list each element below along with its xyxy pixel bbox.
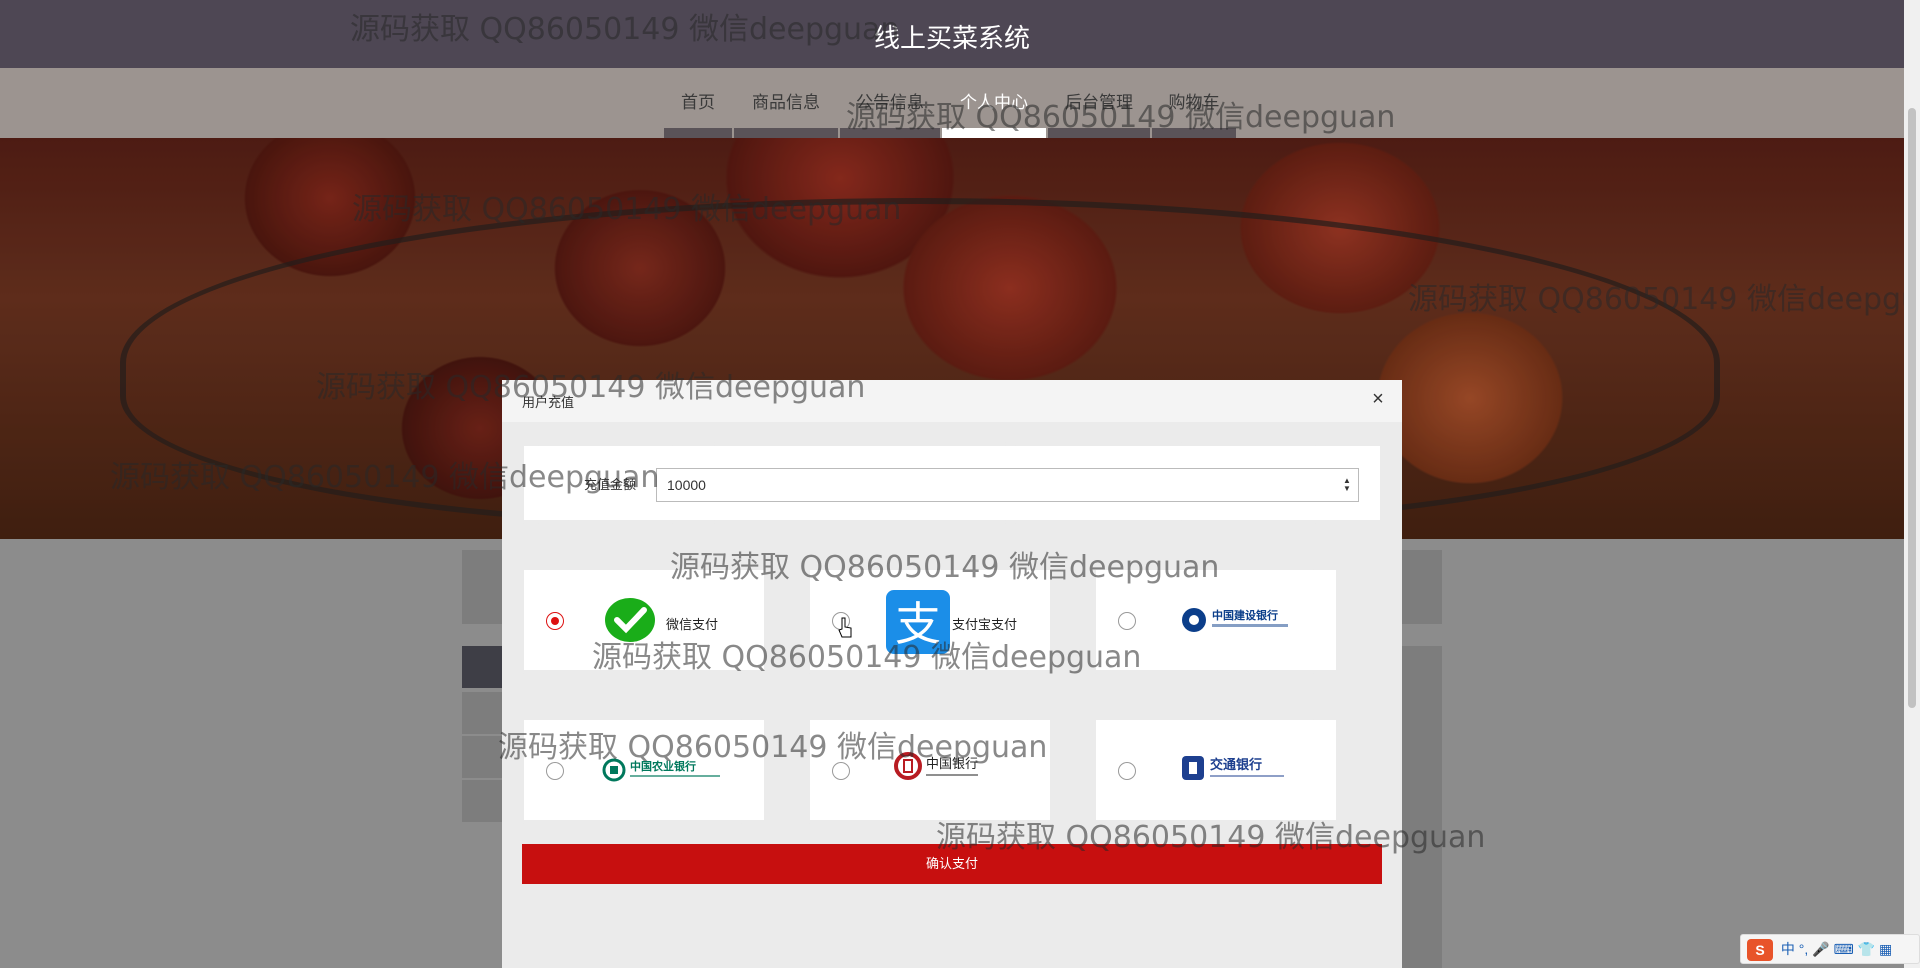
svg-text:中国银行: 中国银行: [926, 757, 978, 772]
modal-title: 用户充值: [522, 395, 575, 410]
skin-icon[interactable]: 👕: [1858, 941, 1875, 957]
boc-logo: 中国银行: [894, 752, 978, 780]
bg-form-column: [1402, 646, 1442, 968]
alipay-icon: 支: [886, 590, 950, 654]
nav-underline: [734, 128, 838, 138]
svg-text:支: 支: [895, 597, 941, 651]
nav-personal-center-label: 个人中心: [960, 93, 1028, 113]
abc-logo: 中国农业银行: [602, 758, 720, 782]
nav-cart-label: 购物车: [1168, 93, 1220, 113]
pay-option-wechat[interactable]: 微信支付: [520, 566, 768, 674]
top-header: 线上买菜系统: [0, 0, 1904, 68]
wechat-pay-label: 微信支付: [666, 617, 719, 632]
nav-notices-label: 公告信息: [856, 93, 924, 113]
main-nav: 首页 商品信息 公告信息 个人中心 后台管理 购物车: [0, 68, 1904, 138]
radio-wechat[interactable]: [546, 612, 564, 630]
ccb-logo: 中国建设银行: [1182, 608, 1288, 632]
nav-admin[interactable]: 后台管理: [1048, 86, 1150, 138]
ime-toolbar[interactable]: S 中 °, 🎤 ⌨ 👕 ▦: [1740, 934, 1920, 964]
svg-text:交通银行: 交通银行: [1210, 757, 1262, 773]
nav-underline-active: [942, 128, 1046, 138]
hand-cursor-icon: [838, 617, 852, 638]
modal-header: 用户充值 ×: [502, 380, 1402, 422]
bocom-logo: 交通银行: [1182, 756, 1284, 780]
svg-text:中国农业银行: 中国农业银行: [630, 759, 696, 773]
nav-underline: [664, 128, 732, 138]
radio-ccb[interactable]: [1118, 612, 1136, 630]
pay-option-ccb[interactable]: 中国建设银行: [1092, 566, 1340, 674]
nav-admin-label: 后台管理: [1065, 93, 1133, 113]
amount-label: 充值金额: [584, 477, 637, 492]
radio-bocom[interactable]: [1118, 762, 1136, 780]
close-icon[interactable]: ×: [1368, 389, 1388, 410]
nav-underline: [1048, 128, 1150, 138]
sogou-icon: S: [1747, 939, 1773, 962]
svg-text:中国建设银行: 中国建设银行: [1212, 608, 1278, 622]
nav-underline: [840, 128, 940, 138]
amount-value: 10000: [667, 477, 706, 493]
radio-abc[interactable]: [546, 762, 564, 780]
pay-option-boc[interactable]: 中国银行: [806, 716, 1054, 824]
punctuation-icon[interactable]: °,: [1799, 941, 1812, 957]
nav-home[interactable]: 首页: [664, 86, 732, 138]
nav-personal-center[interactable]: 个人中心: [942, 86, 1046, 138]
wechat-pay-icon: [605, 598, 655, 642]
nav-products-label: 商品信息: [752, 93, 820, 113]
amount-card: 充值金额 10000 ▲ ▼: [520, 442, 1384, 524]
pay-option-abc[interactable]: 中国农业银行: [520, 716, 768, 824]
nav-underline: [1152, 128, 1236, 138]
alipay-label: 支付宝支付: [952, 617, 1018, 632]
nav-home-label: 首页: [681, 93, 715, 113]
confirm-pay-button[interactable]: 确认支付: [522, 844, 1382, 884]
pay-option-bocom[interactable]: 交通银行: [1092, 716, 1340, 824]
site-title: 线上买菜系统: [873, 24, 1030, 54]
scrollbar-thumb[interactable]: [1908, 108, 1916, 708]
spinner-icon[interactable]: ▲ ▼: [1342, 477, 1352, 493]
keyboard-icon[interactable]: ⌨: [1834, 941, 1854, 957]
amount-input[interactable]: 10000 ▲ ▼: [656, 468, 1359, 502]
nav-cart[interactable]: 购物车: [1152, 86, 1236, 138]
nav-products[interactable]: 商品信息: [734, 86, 838, 138]
grid-icon[interactable]: ▦: [1879, 941, 1892, 957]
ime-mode-label: 中: [1780, 941, 1795, 957]
radio-boc[interactable]: [832, 762, 850, 780]
nav-notices[interactable]: 公告信息: [840, 86, 940, 138]
recharge-modal: 用户充值 × 充值金额 10000 ▲ ▼ 微信支付 支 支付宝支付 中国建设银行: [502, 380, 1402, 968]
mic-icon[interactable]: 🎤: [1812, 941, 1829, 957]
page-scrollbar[interactable]: [1904, 0, 1920, 968]
